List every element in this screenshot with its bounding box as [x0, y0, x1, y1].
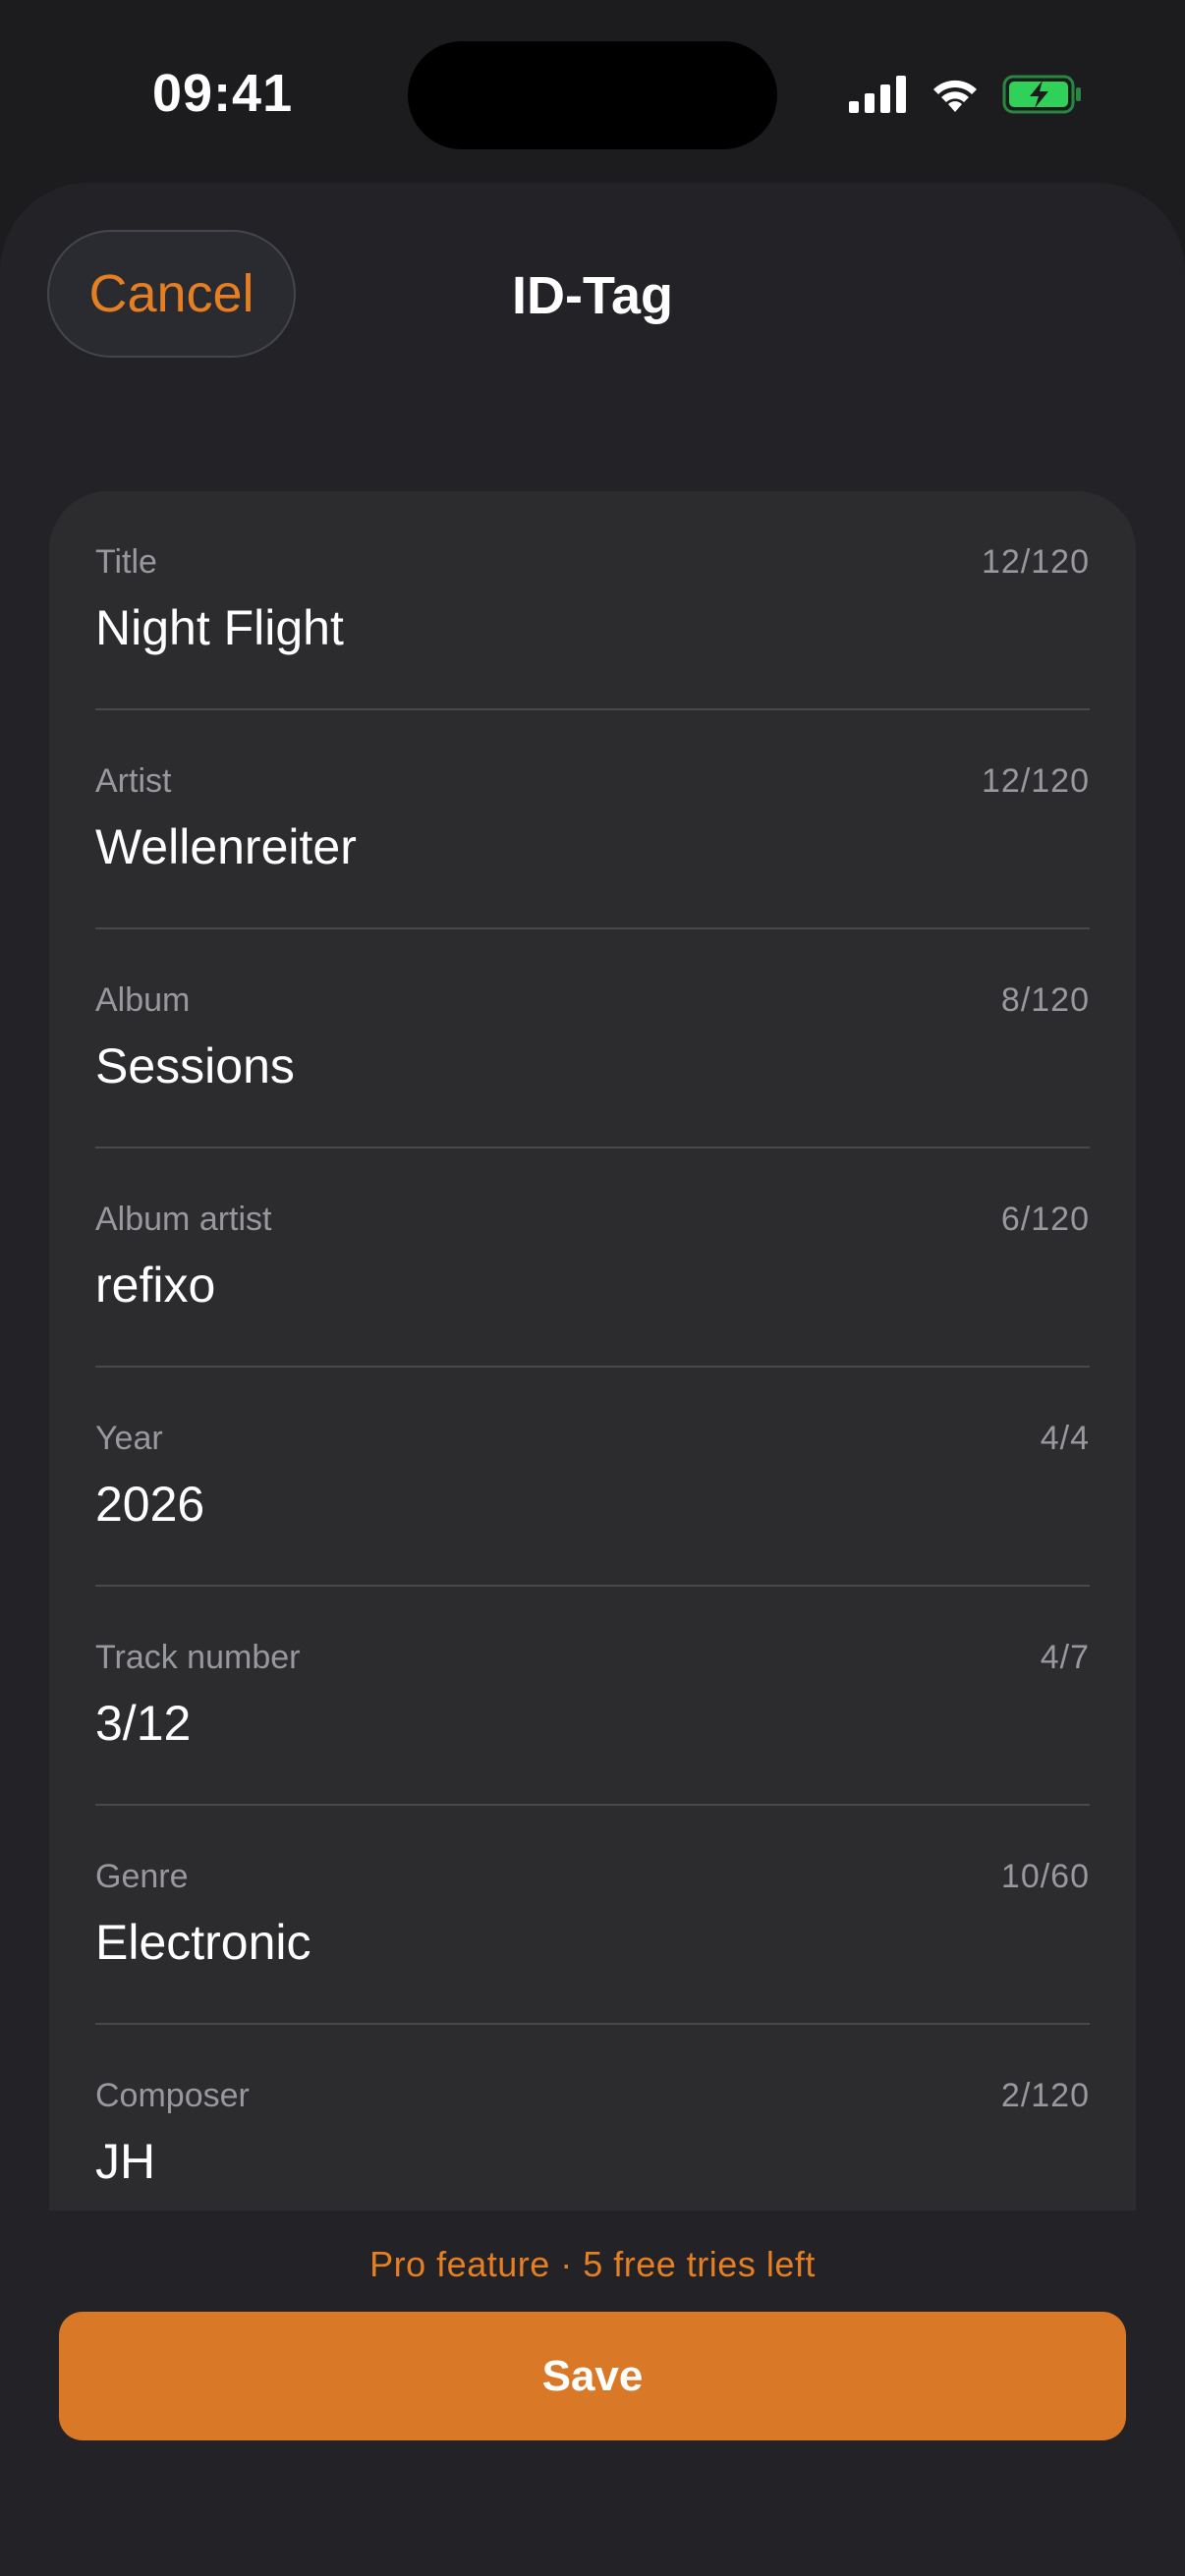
char-count: 12/120: [982, 762, 1090, 800]
field-label: Album: [95, 981, 191, 1019]
status-time: 09:41: [152, 64, 294, 123]
wifi-icon: [930, 75, 981, 119]
cellular-signal-icon: [849, 75, 908, 118]
field-label: Track number: [95, 1639, 301, 1676]
char-count: 4/7: [1040, 1639, 1090, 1676]
char-count: 6/120: [1000, 1201, 1090, 1238]
sheet-title: ID-Tag: [512, 266, 673, 325]
field-label: Title: [95, 543, 157, 581]
char-count: 12/120: [982, 543, 1090, 581]
field-label: Artist: [95, 762, 172, 800]
battery-charging-icon: [1002, 75, 1083, 119]
track-number-input[interactable]: 3/12: [95, 1695, 191, 1752]
field-composer[interactable]: Composer 2/120 JH: [95, 2025, 1090, 2211]
genre-input[interactable]: Electronic: [95, 1914, 311, 1971]
field-title[interactable]: Title 12/120 Night Flight: [95, 491, 1090, 710]
field-year[interactable]: Year 4/4 2026: [95, 1368, 1090, 1587]
tag-form: Title 12/120 Night Flight Artist 12/120 …: [49, 491, 1136, 2211]
pro-feature-note: Pro feature · 5 free tries left: [369, 2244, 816, 2284]
field-album[interactable]: Album 8/120 Sessions: [95, 929, 1090, 1148]
album-input[interactable]: Sessions: [95, 1037, 295, 1094]
char-count: 8/120: [1000, 981, 1090, 1019]
field-label: Year: [95, 1420, 163, 1457]
field-label: Genre: [95, 1858, 189, 1895]
field-track-number[interactable]: Track number 4/7 3/12: [95, 1587, 1090, 1806]
char-count: 2/120: [1000, 2077, 1090, 2114]
field-label: Album artist: [95, 1201, 272, 1238]
year-input[interactable]: 2026: [95, 1476, 204, 1533]
dynamic-island: [408, 41, 777, 149]
save-button[interactable]: Save: [59, 2312, 1126, 2440]
char-count: 10/60: [1000, 1858, 1090, 1895]
char-count: 4/4: [1040, 1420, 1090, 1457]
status-icons: [849, 75, 1083, 118]
field-album-artist[interactable]: Album artist 6/120 refixo: [95, 1148, 1090, 1368]
composer-input[interactable]: JH: [95, 2133, 155, 2190]
id-tag-sheet: Cancel ID-Tag Title 12/120 Night Flight …: [0, 183, 1185, 2576]
artist-input[interactable]: Wellenreiter: [95, 818, 357, 875]
field-genre[interactable]: Genre 10/60 Electronic: [95, 1806, 1090, 2025]
title-input[interactable]: Night Flight: [95, 599, 344, 656]
status-bar: 09:41: [0, 0, 1185, 187]
album-artist-input[interactable]: refixo: [95, 1257, 215, 1314]
field-label: Composer: [95, 2077, 250, 2114]
field-artist[interactable]: Artist 12/120 Wellenreiter: [95, 710, 1090, 929]
